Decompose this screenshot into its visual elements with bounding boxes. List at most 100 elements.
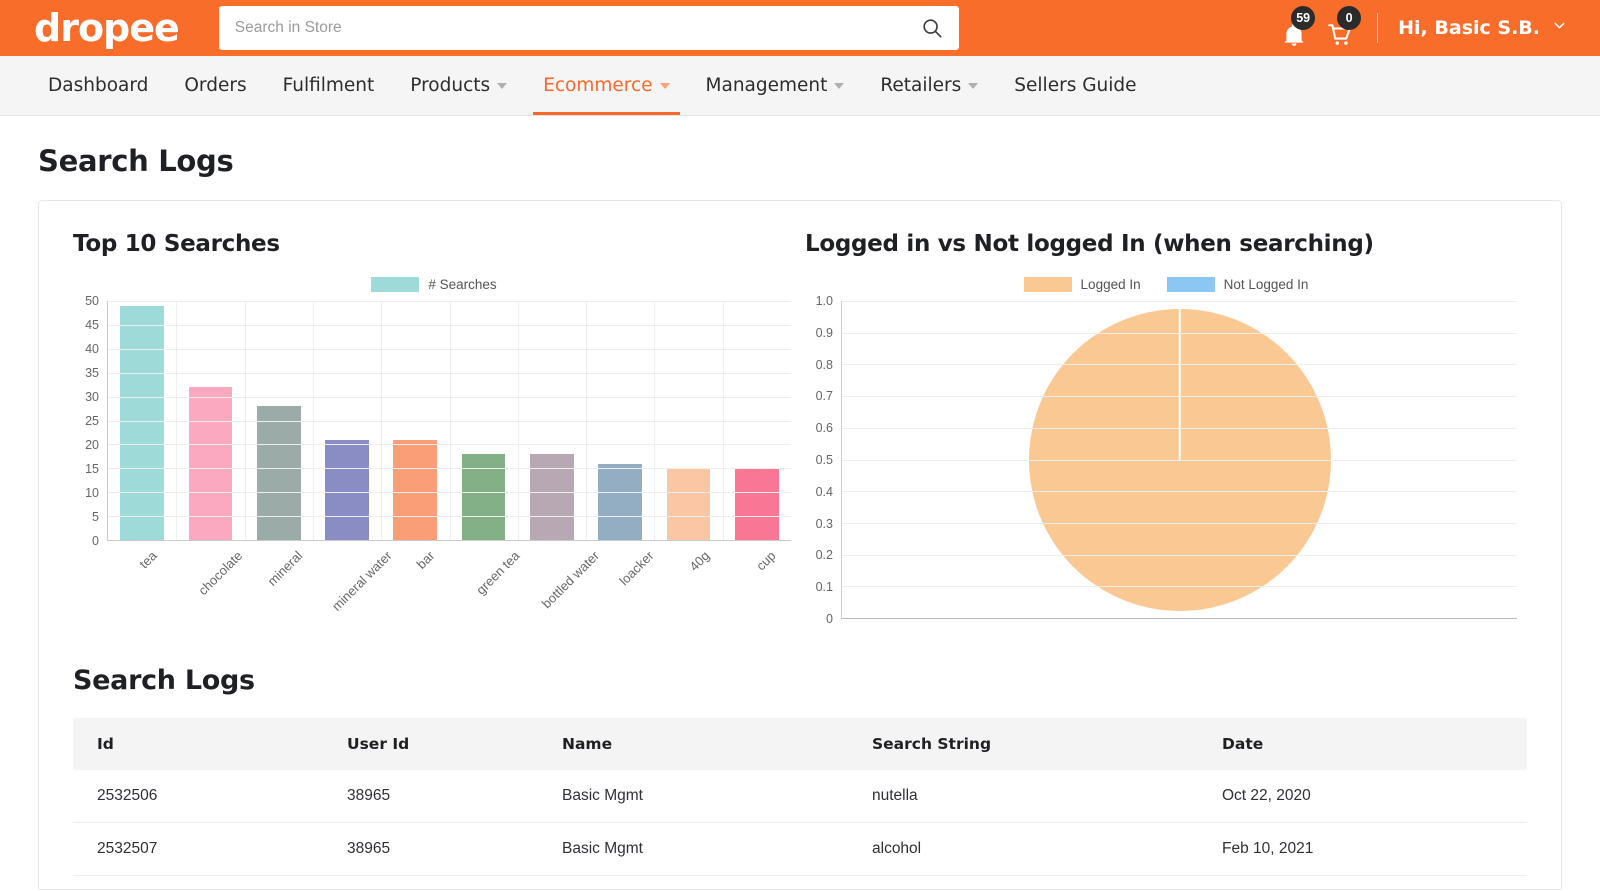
cell-search-string: alcohol: [848, 822, 1198, 876]
legend-item[interactable]: Logged In: [1023, 276, 1141, 292]
gridline: [842, 396, 1517, 398]
y-axis-tick-label: 20: [85, 438, 99, 452]
cell-date: Feb 10, 2021: [1198, 822, 1527, 876]
nav-item-label: Products: [410, 75, 491, 96]
bar[interactable]: [461, 453, 506, 540]
bar[interactable]: [120, 305, 164, 540]
bar[interactable]: [256, 406, 301, 540]
x-axis-label-slot: mineral: [240, 542, 306, 589]
gridline-vertical: [176, 301, 178, 540]
nav-item-orders[interactable]: Orders: [166, 56, 264, 115]
y-axis-tick-label: 5: [92, 510, 99, 524]
y-axis-tick-label: 0.2: [815, 548, 833, 563]
x-axis-tick-label: loacker: [616, 548, 657, 589]
y-axis-tick-label: 0.3: [815, 516, 833, 531]
y-axis-tick-label: 0: [826, 612, 833, 626]
search-logs-section: Search Logs Id User Id Name Search Strin…: [73, 665, 1527, 891]
chevron-down-icon: [497, 82, 508, 89]
legend-item[interactable]: # Searches: [371, 276, 497, 292]
legend-label: Logged In: [1080, 276, 1141, 292]
search-icon[interactable]: [921, 17, 943, 39]
gridline: [842, 332, 1517, 334]
nav-item-ecommerce[interactable]: Ecommerce: [525, 56, 687, 115]
bar-chart-y-axis: 0 5 10 15 20 25 30 35 40 45 50: [75, 294, 105, 548]
user-menu[interactable]: Hi, Basic S.B.: [1398, 17, 1568, 39]
nav-item-fulfilment[interactable]: Fulfilment: [265, 56, 393, 115]
nav-item-label: Orders: [184, 75, 247, 96]
user-greeting-label: Hi, Basic S.B.: [1398, 17, 1540, 39]
x-axis-tick-label: mineral: [264, 548, 306, 589]
column-header-user-id[interactable]: User Id: [323, 718, 538, 770]
x-axis-tick-label: tea: [136, 548, 160, 572]
cell-id: 2532507: [73, 822, 323, 876]
bar[interactable]: [598, 463, 643, 540]
store-search-box[interactable]: [218, 6, 959, 50]
nav-item-products[interactable]: Products: [392, 56, 525, 115]
bar-chart-x-axis: tea chocolate mineral mineral water bar green…: [107, 542, 791, 614]
pie-chart-legend: Logged In Not Logged In: [805, 273, 1527, 295]
x-axis-tick-label: cup: [753, 548, 779, 574]
bar[interactable]: [325, 439, 369, 540]
y-axis-tick-label: 0.8: [815, 357, 833, 372]
table-row[interactable]: 2532507 38965 Basic Mgmt alcohol Feb 10, 202…: [73, 822, 1527, 876]
search-logs-table: Id User Id Name Search String Date 25325…: [73, 718, 1527, 891]
gridline-vertical: [517, 301, 519, 540]
cell-id: 2532508: [73, 875, 323, 891]
y-axis-tick-label: 0.9: [815, 325, 833, 340]
x-axis-label-slot: bottled water: [517, 542, 602, 611]
y-axis-tick-label: 40: [85, 342, 99, 356]
notifications-button[interactable]: 59: [1271, 6, 1317, 48]
y-axis-tick-label: 35: [85, 366, 99, 380]
y-axis-tick-label: 10: [85, 486, 99, 500]
legend-swatch: [371, 276, 420, 292]
table-row[interactable]: 253250838965Basic MgmtappleJun 10, 2021: [73, 875, 1527, 891]
column-header-id[interactable]: Id: [73, 718, 323, 770]
cell-name: Basic Mgmt: [538, 875, 848, 891]
nav-item-management[interactable]: Management: [688, 56, 863, 115]
dropee-logo[interactable]: dropee: [34, 9, 180, 47]
y-axis-tick-label: 50: [85, 294, 99, 308]
logs-section-title: Search Logs: [73, 665, 255, 696]
nav-item-retailers[interactable]: Retailers: [862, 56, 996, 115]
nav-item-label: Retailers: [880, 75, 962, 96]
nav-item-dashboard[interactable]: Dashboard: [30, 56, 166, 115]
table-body: 2532506 38965 Basic Mgmt nutella Oct 22, 202…: [73, 770, 1527, 891]
pie-chart-title: Logged in vs Not logged In (when searchi…: [805, 231, 1374, 257]
cell-id: 2532506: [73, 770, 323, 823]
column-header-date[interactable]: Date: [1198, 718, 1527, 770]
gridline-vertical: [722, 301, 724, 540]
x-axis-label-slot: cup: [725, 542, 791, 573]
gridline: [842, 427, 1517, 429]
column-header-search-string[interactable]: Search String: [848, 718, 1198, 770]
legend-label: Not Logged In: [1223, 276, 1309, 292]
nav-item-label: Fulfilment: [282, 75, 375, 96]
bar[interactable]: [530, 453, 574, 540]
y-axis-tick-label: 0.6: [815, 421, 833, 436]
cell-user-id: 38965: [323, 822, 538, 876]
bar[interactable]: [393, 439, 438, 540]
column-header-name[interactable]: Name: [538, 718, 848, 770]
x-axis-label-slot: loacker: [592, 542, 658, 588]
gridline-vertical: [586, 301, 588, 540]
x-axis-label-slot: chocolate: [173, 542, 245, 598]
cell-search-string: nutella: [848, 770, 1198, 823]
x-axis-label-slot: green tea: [451, 542, 522, 597]
x-axis-label-slot: bar: [384, 542, 450, 572]
legend-item[interactable]: Not Logged In: [1166, 276, 1309, 292]
x-axis-label-slot: tea: [107, 542, 173, 571]
pie-slice-not-logged-in[interactable]: [1178, 308, 1181, 460]
table-row[interactable]: 2532506 38965 Basic Mgmt nutella Oct 22, 202…: [73, 770, 1527, 823]
y-axis-tick-label: 30: [85, 390, 99, 404]
cart-button[interactable]: 0: [1317, 6, 1363, 48]
y-axis-tick-label: 25: [85, 414, 99, 428]
bar[interactable]: [734, 468, 779, 540]
y-axis-tick-label: 15: [85, 462, 99, 476]
search-input[interactable]: [234, 19, 921, 37]
bar[interactable]: [666, 468, 711, 540]
cell-date: Oct 22, 2020: [1198, 770, 1527, 823]
pie-chart-plot-area: [841, 301, 1517, 619]
y-axis-tick-label: 1.0: [815, 294, 833, 308]
topbar-divider: [1377, 13, 1379, 43]
nav-item-sellers-guide[interactable]: Sellers Guide: [996, 56, 1154, 115]
y-axis-tick-label: 0.7: [815, 389, 833, 404]
